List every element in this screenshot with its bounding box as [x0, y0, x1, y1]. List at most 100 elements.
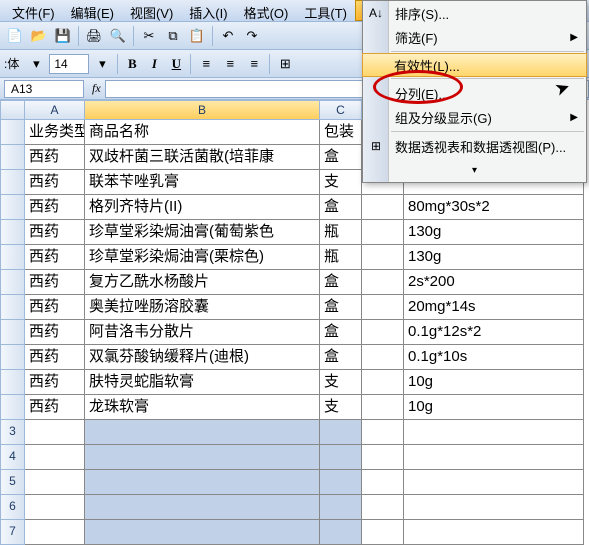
menu-item-组及分级显示[interactable]: 组及分级显示(G)▶	[363, 105, 586, 129]
copy-icon[interactable]: ⧉	[162, 25, 184, 47]
row-header[interactable]	[0, 270, 25, 295]
cell[interactable]	[362, 445, 404, 470]
cell[interactable]: 包装	[320, 120, 362, 145]
cell[interactable]: 西药	[25, 370, 85, 395]
cell[interactable]	[362, 370, 404, 395]
cut-icon[interactable]: ✂	[138, 25, 160, 47]
cell[interactable]: 80mg*30s*2	[404, 195, 584, 220]
cell[interactable]: 支	[320, 395, 362, 420]
align-center-icon[interactable]: ≡	[219, 53, 241, 75]
cell[interactable]: 盒	[320, 345, 362, 370]
cell[interactable]	[85, 420, 320, 445]
cell[interactable]	[362, 195, 404, 220]
cell[interactable]: 西药	[25, 170, 85, 195]
cell[interactable]	[85, 520, 320, 545]
align-left-icon[interactable]: ≡	[195, 53, 217, 75]
cell[interactable]	[362, 495, 404, 520]
cell[interactable]	[362, 470, 404, 495]
cell[interactable]: 2s*200	[404, 270, 584, 295]
cell[interactable]: 奥美拉唑肠溶胶囊	[85, 295, 320, 320]
cell[interactable]: 盒	[320, 320, 362, 345]
cell[interactable]: 20mg*14s	[404, 295, 584, 320]
cell[interactable]: 阿昔洛韦分散片	[85, 320, 320, 345]
undo-icon[interactable]: ↶	[217, 25, 239, 47]
menu-插入[interactable]: 插入(I)	[181, 0, 235, 21]
cell[interactable]	[362, 245, 404, 270]
cell[interactable]: 西药	[25, 245, 85, 270]
cell[interactable]	[404, 445, 584, 470]
menu-工具[interactable]: 工具(T)	[296, 0, 355, 21]
cell[interactable]	[404, 420, 584, 445]
paste-icon[interactable]: 📋	[186, 25, 208, 47]
menu-item-分列[interactable]: 分列(E)...	[363, 81, 586, 105]
underline-button[interactable]: U	[166, 54, 186, 74]
cell[interactable]: 西药	[25, 345, 85, 370]
cell[interactable]	[320, 495, 362, 520]
name-box[interactable]: A13	[4, 80, 84, 98]
select-all-corner[interactable]	[0, 100, 25, 120]
cell[interactable]: 瓶	[320, 220, 362, 245]
align-right-icon[interactable]: ≡	[243, 53, 265, 75]
cell[interactable]	[320, 420, 362, 445]
cell[interactable]: 支	[320, 370, 362, 395]
menu-item-排序[interactable]: A↓排序(S)...	[363, 1, 586, 25]
column-header[interactable]: C	[320, 100, 362, 120]
row-header[interactable]	[0, 170, 25, 195]
row-header[interactable]	[0, 145, 25, 170]
row-header[interactable]	[0, 345, 25, 370]
cell[interactable]	[85, 495, 320, 520]
font-size-dropdown-icon[interactable]: ▾	[91, 53, 113, 75]
font-size-input[interactable]	[49, 54, 89, 74]
cell[interactable]: 珍草堂彩染焗油膏(葡萄紫色	[85, 220, 320, 245]
cell[interactable]	[25, 420, 85, 445]
cell[interactable]: 0.1g*12s*2	[404, 320, 584, 345]
fx-icon[interactable]: fx	[92, 81, 101, 96]
cell[interactable]: 西药	[25, 220, 85, 245]
cell[interactable]: 西药	[25, 295, 85, 320]
row-header[interactable]: 7	[0, 520, 25, 545]
new-icon[interactable]: 📄	[4, 25, 26, 47]
cell[interactable]	[362, 420, 404, 445]
cell[interactable]: 珍草堂彩染焗油膏(栗棕色)	[85, 245, 320, 270]
row-header[interactable]	[0, 120, 25, 145]
row-header[interactable]	[0, 220, 25, 245]
cell[interactable]	[25, 445, 85, 470]
cell[interactable]: 商品名称	[85, 120, 320, 145]
row-header[interactable]	[0, 195, 25, 220]
cell[interactable]	[362, 520, 404, 545]
row-header[interactable]	[0, 295, 25, 320]
cell[interactable]: 130g	[404, 245, 584, 270]
cell[interactable]	[362, 395, 404, 420]
cell[interactable]: 支	[320, 170, 362, 195]
cell[interactable]	[85, 445, 320, 470]
italic-button[interactable]: I	[144, 54, 164, 74]
cell[interactable]	[404, 520, 584, 545]
cell[interactable]: 肤特灵蛇脂软膏	[85, 370, 320, 395]
cell[interactable]: 复方乙酰水杨酸片	[85, 270, 320, 295]
row-header[interactable]	[0, 395, 25, 420]
redo-icon[interactable]: ↷	[241, 25, 263, 47]
cell[interactable]	[25, 520, 85, 545]
cell[interactable]: 盒	[320, 195, 362, 220]
cell[interactable]: 0.1g*10s	[404, 345, 584, 370]
cell[interactable]: 盒	[320, 145, 362, 170]
cell[interactable]: 西药	[25, 195, 85, 220]
cell[interactable]	[25, 470, 85, 495]
cell[interactable]	[362, 345, 404, 370]
cell[interactable]: 龙珠软膏	[85, 395, 320, 420]
cell[interactable]: 盒	[320, 295, 362, 320]
cell[interactable]: 瓶	[320, 245, 362, 270]
row-header[interactable]: 4	[0, 445, 25, 470]
menu-item-数据透视表和数据透视图[interactable]: ⊞数据透视表和数据透视图(P)...	[363, 134, 586, 158]
row-header[interactable]: 3	[0, 420, 25, 445]
cell[interactable]: 10g	[404, 395, 584, 420]
menu-文件[interactable]: 文件(F)	[4, 0, 63, 21]
cell[interactable]	[362, 295, 404, 320]
row-header[interactable]: 5	[0, 470, 25, 495]
cell[interactable]: 西药	[25, 395, 85, 420]
cell[interactable]	[85, 470, 320, 495]
bold-button[interactable]: B	[122, 54, 142, 74]
cell[interactable]: 130g	[404, 220, 584, 245]
cell[interactable]	[320, 520, 362, 545]
open-icon[interactable]: 📂	[28, 25, 50, 47]
